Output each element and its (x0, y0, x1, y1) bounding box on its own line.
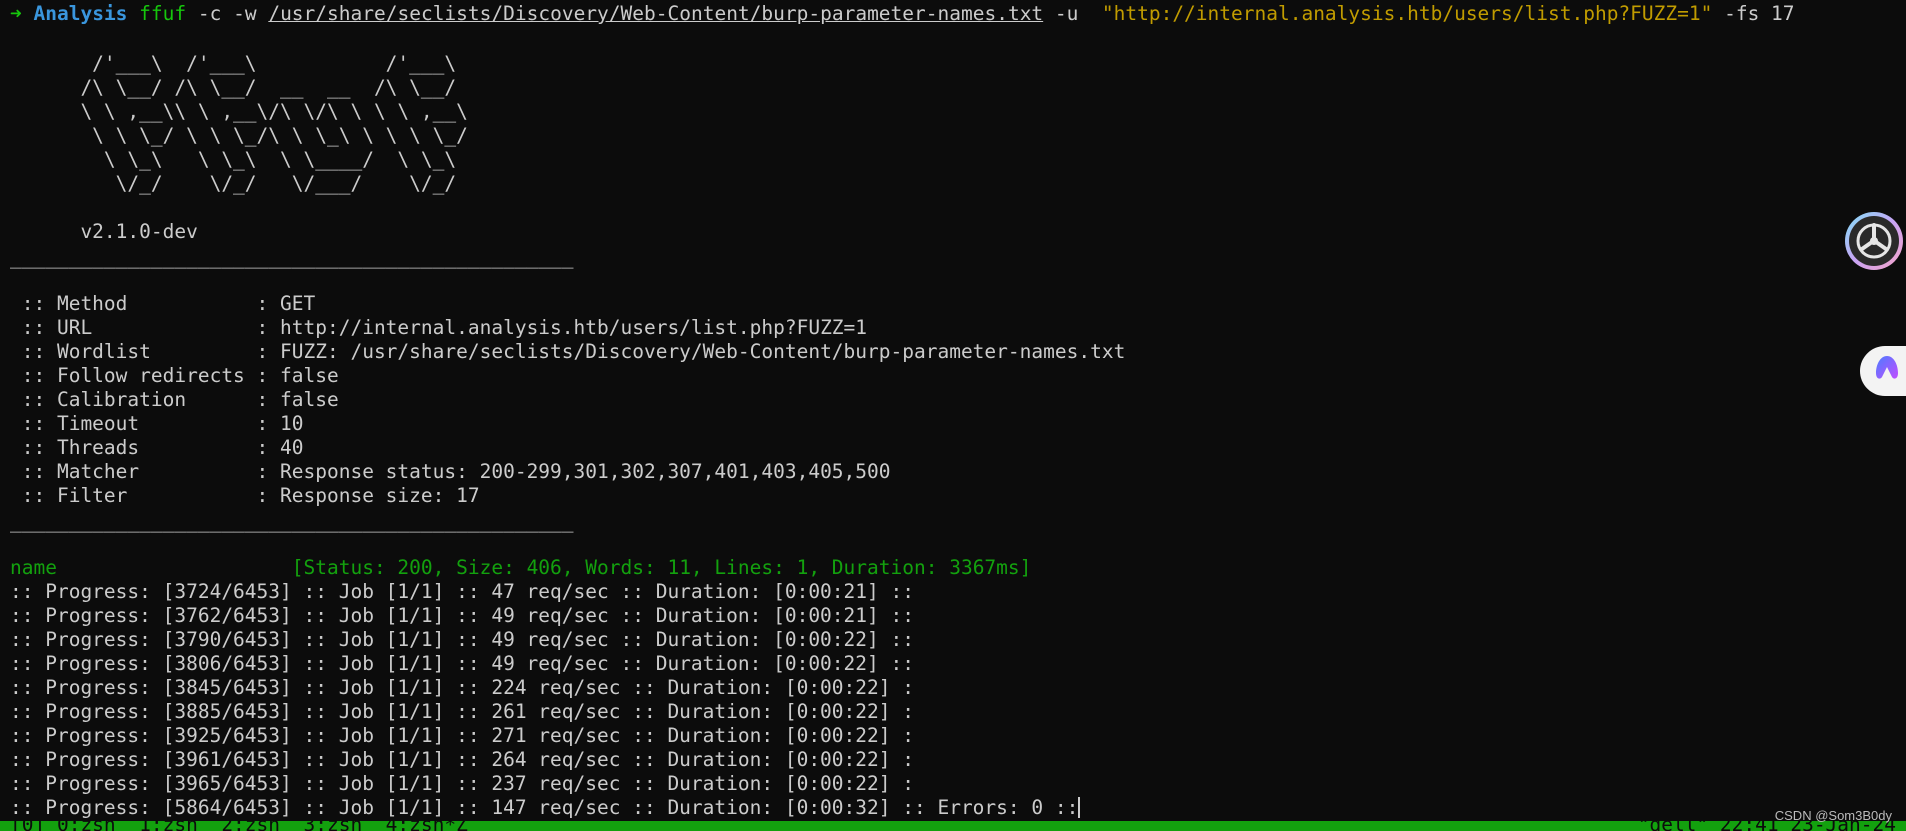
result-name: name (10, 556, 57, 579)
text-cursor (1078, 797, 1081, 818)
config-value: : GET (256, 292, 316, 315)
config-value: : http://internal.analysis.htb/users/lis… (256, 316, 868, 339)
config-row: :: Follow redirects : false (10, 364, 339, 388)
config-value: : 40 (256, 436, 304, 459)
progress-line-text: :: Progress: [5864/6453] :: Job [1/1] ::… (10, 796, 1079, 819)
progress-line: :: Progress: [3806/6453] :: Job [1/1] ::… (10, 652, 914, 675)
progress-line: :: Progress: [3762/6453] :: Job [1/1] ::… (10, 604, 914, 627)
config-key: :: Wordlist (10, 340, 257, 363)
config-key: :: Follow redirects (10, 364, 257, 387)
config-key: :: Threads (10, 436, 257, 459)
floating-side-button[interactable] (1860, 346, 1906, 396)
config-value: : false (256, 388, 339, 411)
progress-line-last: :: Progress: [5864/6453] :: Job [1/1] ::… (10, 796, 1081, 820)
aperture-logo-icon (1849, 216, 1899, 266)
assistant-logo-icon (1872, 353, 1902, 389)
progress-line: :: Progress: [3925/6453] :: Job [1/1] ::… (10, 724, 914, 747)
command-args-1: -c -w (186, 2, 269, 25)
terminal-window[interactable]: ➜ Analysis ffuf -c -w /usr/share/seclist… (0, 0, 1906, 831)
config-row: :: Matcher : Response status: 200-299,30… (10, 460, 891, 484)
config-key: :: Timeout (10, 412, 257, 435)
tmux-window-list[interactable]: [0] 0:zsh 1:zsh 2:zsh 3:zsh 4:zsh*Z (10, 821, 468, 831)
config-row: :: Method : GET (10, 292, 316, 316)
progress-line: :: Progress: [3790/6453] :: Job [1/1] ::… (10, 628, 914, 651)
config-value: : FUZZ: /usr/share/seclists/Discovery/We… (256, 340, 1126, 363)
version-label: v2.1.0-dev (10, 220, 198, 243)
result-info: [Status: 200, Size: 406, Words: 11, Line… (56, 556, 1032, 579)
config-key: :: Calibration (10, 388, 257, 411)
config-value: : Response size: 17 (256, 484, 480, 507)
csdn-watermark: CSDN @Som3B0dy (1774, 808, 1892, 823)
wordlist-path: /usr/share/seclists/Discovery/Web-Conten… (268, 2, 1044, 25)
progress-line: :: Progress: [3724/6453] :: Job [1/1] ::… (10, 580, 914, 603)
config-row: :: Timeout : 10 (10, 412, 304, 436)
config-row: :: Calibration : false (10, 388, 339, 412)
separator-bottom: ________________________________________… (10, 510, 574, 533)
progress-line: :: Progress: [3961/6453] :: Job [1/1] ::… (10, 748, 914, 771)
command-args-3: -fs 17 (1712, 2, 1795, 25)
config-row: :: URL : http://internal.analysis.htb/us… (10, 316, 867, 340)
progress-line: :: Progress: [3885/6453] :: Job [1/1] ::… (10, 700, 914, 723)
banner-art-line: \ \ ,__\\ \ ,__\/\ \/\ \ \ \ ,__\ (10, 100, 539, 123)
prompt-arrow: ➜ (10, 2, 22, 25)
prompt-directory: Analysis (33, 2, 128, 25)
config-value: : false (256, 364, 339, 387)
command-name: ffuf (139, 2, 187, 25)
separator-top: ________________________________________… (10, 246, 574, 269)
banner-art-line: \ \_\ \ \_\ \ \____/ \ \_\ (10, 148, 539, 171)
banner-art-line: /\ \__/ /\ \__/ __ __ /\ \__/ (10, 76, 539, 99)
floating-assistant-button[interactable] (1845, 212, 1903, 270)
tmux-status-bar: [0] 0:zsh 1:zsh 2:zsh 3:zsh 4:zsh*Z "del… (0, 821, 1906, 831)
config-key: :: Method (10, 292, 257, 315)
config-row: :: Threads : 40 (10, 436, 304, 460)
config-row: :: Wordlist : FUZZ: /usr/share/seclists/… (10, 340, 1126, 364)
url-argument: "http://internal.analysis.htb/users/list… (1101, 2, 1713, 25)
config-row: :: Filter : Response size: 17 (10, 484, 480, 508)
config-value: : 10 (256, 412, 304, 435)
command-args-2: -u (1043, 2, 1102, 25)
banner-art-line: \ \ \_/ \ \ \_/\ \ \_\ \ \ \ \_/ (10, 124, 539, 147)
banner-art-line: /'___\ /'___\ /'___\ (10, 52, 539, 75)
banner-art-line: \/_/ \/_/ \/___/ \/_/ (10, 172, 539, 195)
config-key: :: Matcher (10, 460, 257, 483)
config-value: : Response status: 200-299,301,302,307,4… (256, 460, 891, 483)
command-prompt-line: ➜ Analysis ffuf -c -w /usr/share/seclist… (10, 2, 1795, 26)
config-key: :: Filter (10, 484, 257, 507)
result-row: name [Status: 200, Size: 406, Words: 11,… (10, 556, 1031, 580)
progress-line: :: Progress: [3845/6453] :: Job [1/1] ::… (10, 676, 914, 699)
config-key: :: URL (10, 316, 257, 339)
progress-line: :: Progress: [3965/6453] :: Job [1/1] ::… (10, 772, 914, 795)
